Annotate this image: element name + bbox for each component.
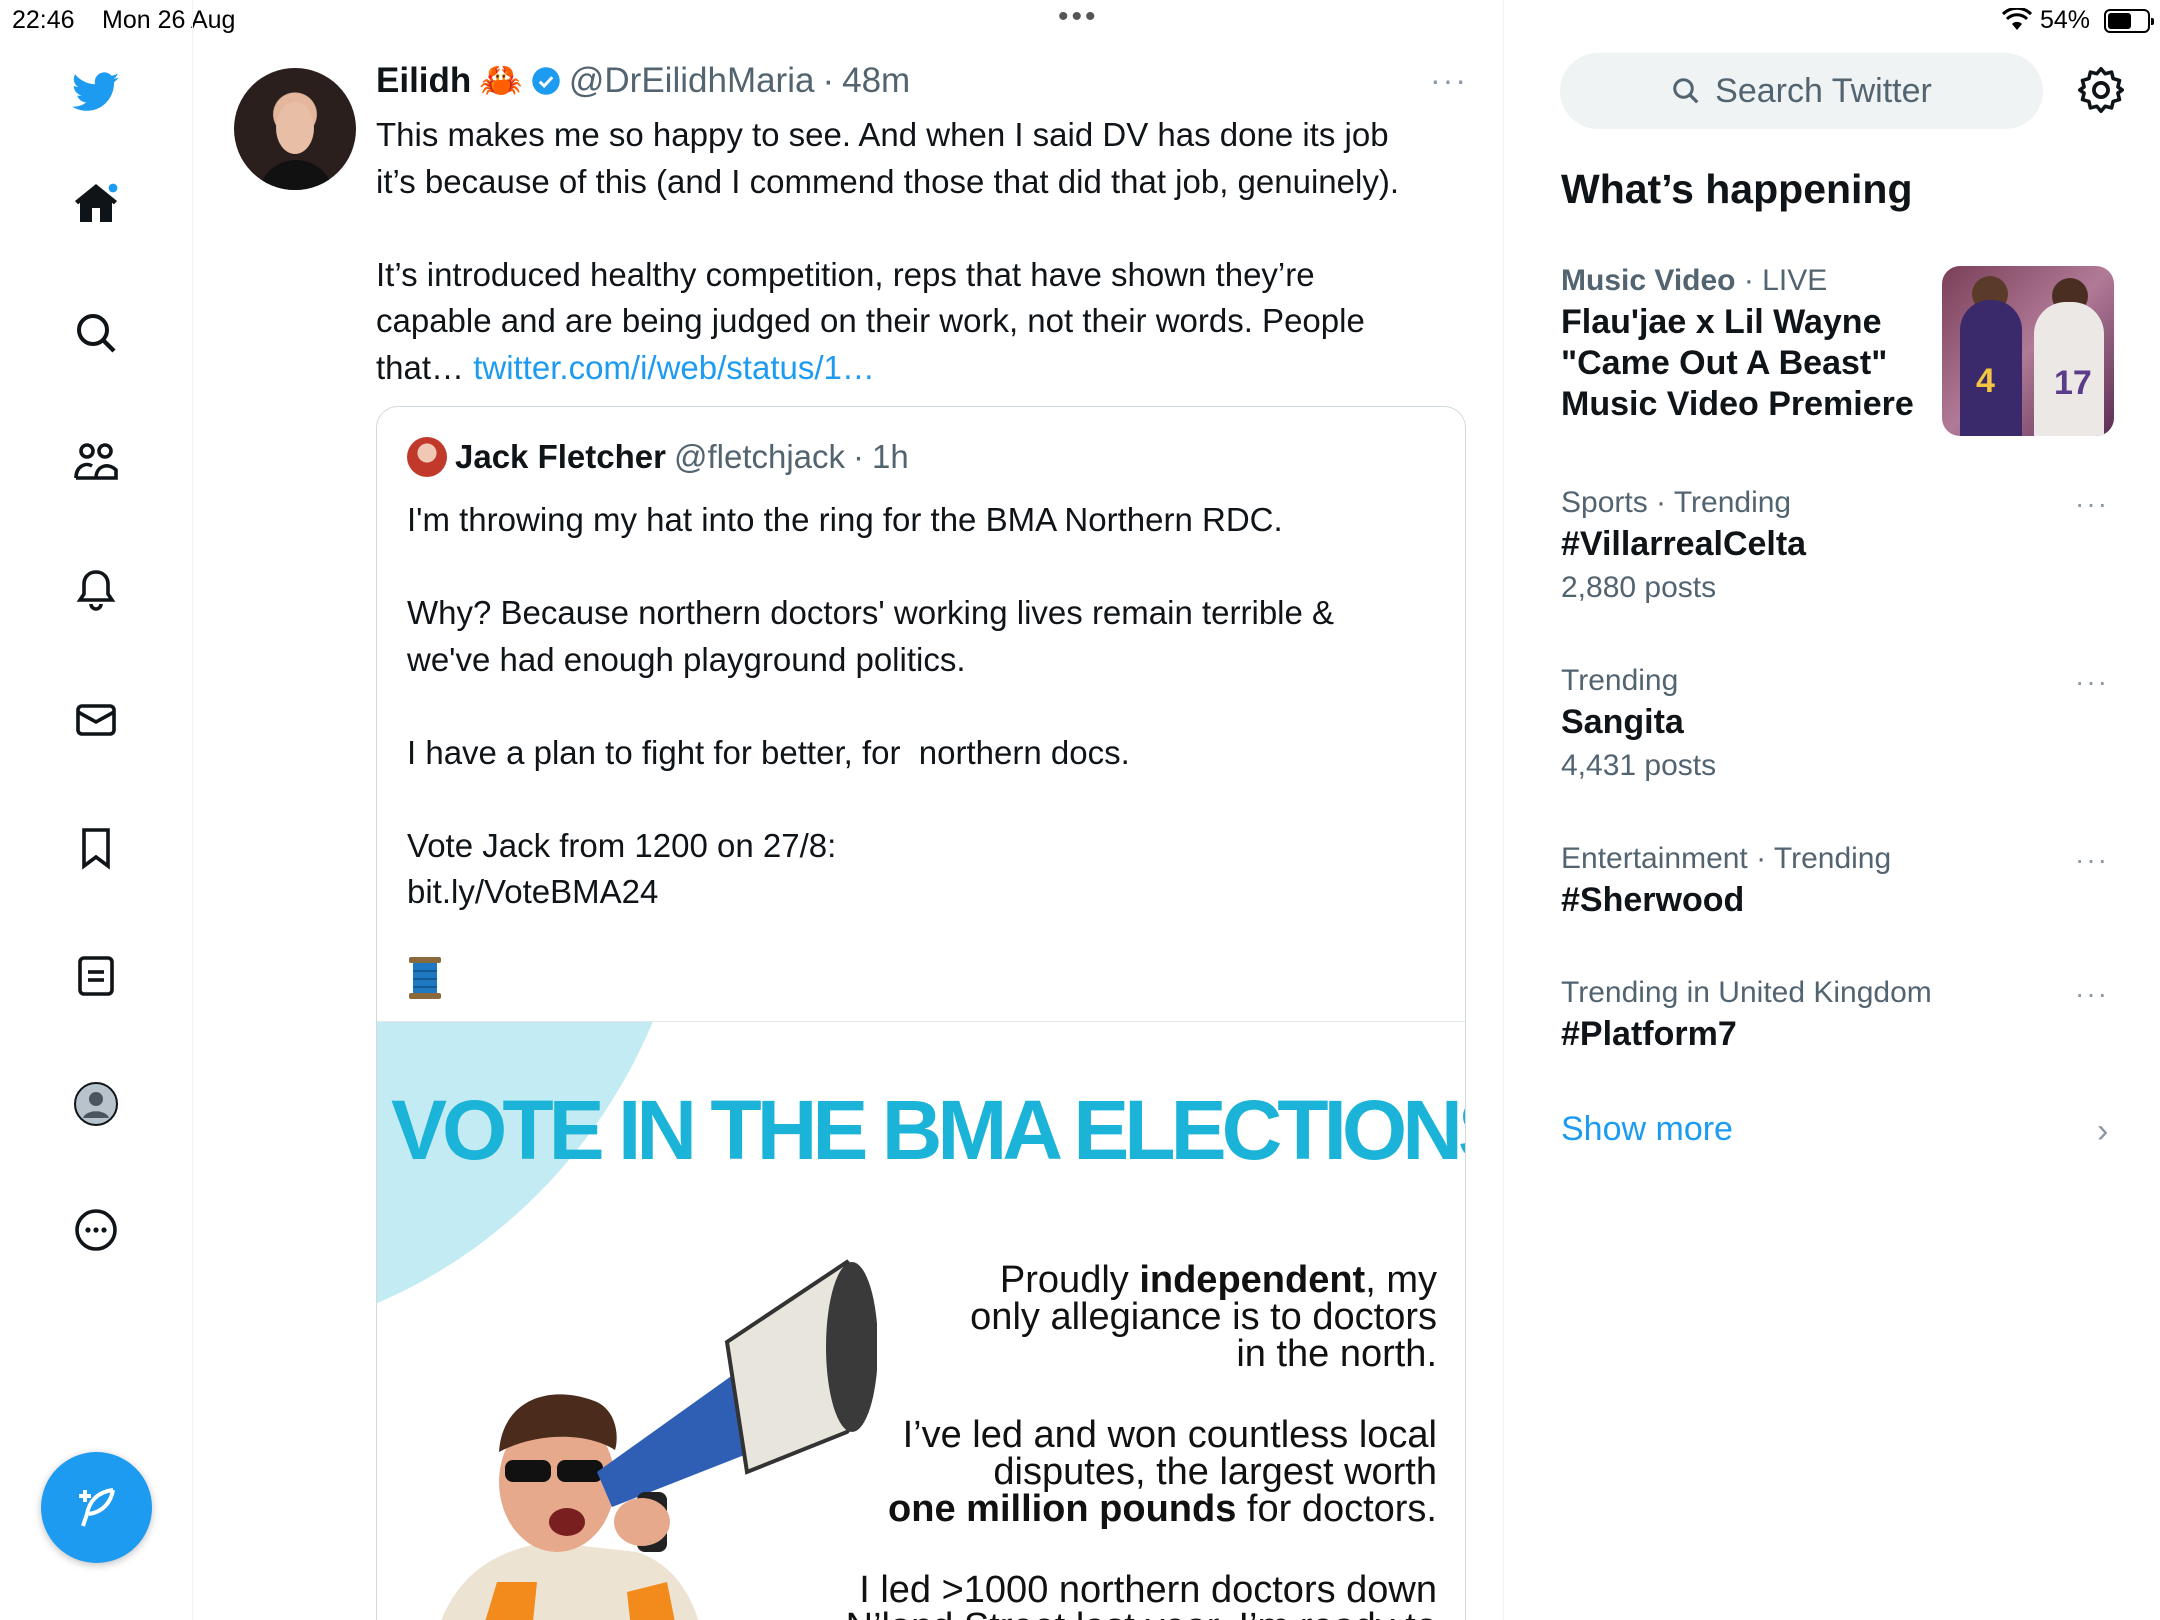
quote-text: I'm throwing my hat into the ring for th…: [407, 501, 1335, 910]
thread-spool-emoji: [407, 955, 443, 1001]
quote-author-handle[interactable]: @fletchjack: [674, 438, 845, 476]
trend-item-sangita[interactable]: Trending Sangita 4,431 posts: [1561, 664, 2121, 783]
right-sidebar: Search Twitter What’s happening Music Vi…: [1505, 0, 2160, 1620]
tweet-link[interactable]: twitter.com/i/web/status/1…: [473, 349, 875, 386]
bookmarks-icon[interactable]: [66, 818, 126, 878]
messages-envelope-icon[interactable]: [66, 690, 126, 750]
tweet-more-icon[interactable]: ···: [1430, 62, 1468, 99]
quote-image-poster[interactable]: VOTE IN THE BMA ELECTIONS Proudly indepe…: [377, 1021, 1466, 1620]
twitter-logo-icon[interactable]: [66, 62, 126, 122]
tweet-text: This makes me so happy to see. And when …: [376, 116, 1399, 386]
quote-author-name[interactable]: Jack Fletcher: [455, 438, 666, 476]
jersey-number-4: 4: [1976, 362, 1995, 400]
notifications-bell-icon[interactable]: [66, 560, 126, 620]
tweet-body: This makes me so happy to see. And when …: [376, 112, 1466, 391]
compose-tweet-button[interactable]: [41, 1452, 152, 1563]
lists-icon[interactable]: [66, 946, 126, 1006]
trend-more-icon[interactable]: ···: [2075, 666, 2109, 698]
left-navigation: [0, 0, 193, 1620]
trend-item-platform7[interactable]: Trending in United Kingdom #Platform7: [1561, 976, 2121, 1055]
poster-headline: VOTE IN THE BMA ELECTIONS: [391, 1083, 1466, 1177]
more-options-icon[interactable]: [66, 1200, 126, 1260]
quote-header: Jack Fletcher @fletchjack · 1h: [407, 437, 909, 477]
trend-category: Entertainment · Trending: [1561, 842, 1892, 875]
quote-timestamp[interactable]: 1h: [872, 438, 909, 476]
profile-avatar-icon[interactable]: [66, 1074, 126, 1134]
poster-paragraph-2: I’ve led and won countless local dispute…: [888, 1414, 1437, 1530]
tweet-timestamp[interactable]: 48m: [842, 61, 910, 101]
search-icon[interactable]: [66, 303, 126, 363]
trend-more-icon[interactable]: ···: [2075, 844, 2109, 876]
main-timeline: Eilidh 🦀 @DrEilidhMaria · 48m ··· This m…: [194, 0, 1504, 1620]
poster-paragraph-1: Proudly independent, my only allegiance …: [970, 1259, 1437, 1375]
trend-category: Trending in United Kingdom: [1561, 976, 1932, 1009]
trend-category: Trending: [1561, 664, 1679, 697]
search-placeholder: Search Twitter: [1715, 71, 1932, 110]
quote-author-avatar[interactable]: [407, 437, 447, 477]
poster-paragraph-3: I led >1000 northern doctors down N’land…: [846, 1569, 1437, 1620]
trend-more-icon[interactable]: ···: [2075, 488, 2109, 520]
trend-post-count: 2,880 posts: [1561, 571, 1717, 604]
search-magnifier-icon: [1673, 78, 1699, 104]
whats-happening-heading: What’s happening: [1561, 166, 1913, 212]
tweet-header: Eilidh 🦀 @DrEilidhMaria · 48m: [376, 60, 910, 101]
author-handle[interactable]: @DrEilidhMaria: [569, 61, 815, 101]
poster-megaphone-person-image: [441, 1259, 877, 1620]
author-avatar[interactable]: [234, 68, 356, 190]
crab-emoji: 🦀: [479, 61, 523, 100]
home-icon[interactable]: [66, 174, 126, 234]
compose-feather-icon: [78, 1487, 115, 1527]
header-separator: ·: [822, 60, 835, 100]
trend-thumbnail-image[interactable]: 4 17: [1942, 266, 2114, 436]
quoted-tweet[interactable]: Jack Fletcher @fletchjack · 1h I'm throw…: [376, 406, 1466, 1620]
show-more-link[interactable]: Show more: [1561, 1110, 1733, 1149]
trend-item-sherwood[interactable]: Entertainment · Trending #Sherwood: [1561, 842, 2121, 921]
quote-separator: ·: [853, 438, 865, 475]
search-field[interactable]: Search Twitter: [1560, 53, 2043, 129]
trend-item-villarrealcelta[interactable]: Sports · Trending #VillarrealCelta 2,880…: [1561, 486, 2121, 605]
settings-gear-icon[interactable]: [2076, 65, 2126, 115]
trend-title: #Platform7: [1561, 1015, 1737, 1053]
trend-title: Sangita: [1561, 703, 1684, 741]
verified-badge-icon: [532, 66, 560, 95]
jersey-number-17: 17: [2054, 364, 2092, 402]
author-name[interactable]: Eilidh: [376, 61, 471, 101]
trend-more-icon[interactable]: ···: [2075, 978, 2109, 1010]
trend-category: Sports · Trending: [1561, 486, 1792, 519]
communities-icon[interactable]: [66, 432, 126, 492]
trend-title: #VillarrealCelta: [1561, 525, 1807, 563]
chevron-right-icon[interactable]: ›: [2097, 1112, 2108, 1151]
trend-title: #Sherwood: [1561, 881, 1745, 919]
trend-post-count: 4,431 posts: [1561, 749, 1717, 782]
